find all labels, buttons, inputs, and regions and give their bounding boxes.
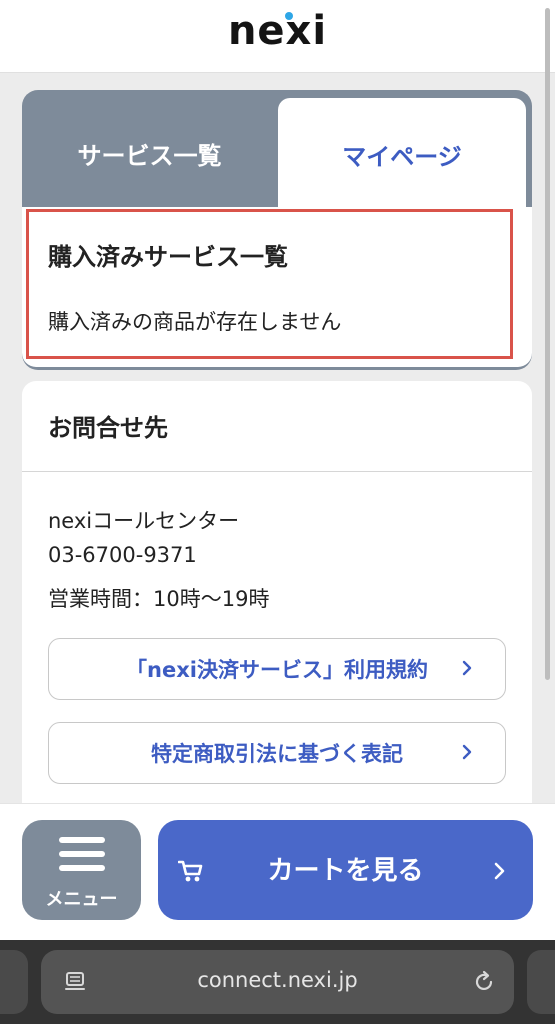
call-center-phone[interactable]: 03-6700-9371 <box>48 543 197 567</box>
contact-divider <box>22 471 532 472</box>
address-bar-url: connect.nexi.jp <box>197 968 358 992</box>
page-scrollbar[interactable] <box>545 8 550 680</box>
chevron-right-icon <box>494 862 505 880</box>
purchased-empty-message: 購入済みの商品が存在しません <box>48 310 342 334</box>
logo-dot-icon <box>285 12 293 20</box>
app-header: nexi <box>0 0 555 73</box>
legal-notice-link-label: 特定商取引法に基づく表記 <box>151 742 403 766</box>
tab-services[interactable]: サービス一覧 <box>22 98 277 208</box>
business-hours: 営業時間：10時〜19時 <box>48 587 270 611</box>
next-tab-preview[interactable] <box>527 950 555 1014</box>
previous-tab-preview[interactable] <box>0 950 28 1014</box>
contact-title: お問合せ先 <box>48 414 168 442</box>
nexi-logo[interactable]: nexi <box>0 8 555 54</box>
reload-icon[interactable] <box>472 970 496 994</box>
purchased-services-title: 購入済みサービス一覧 <box>48 243 288 271</box>
purchased-services-highlight <box>26 209 513 359</box>
view-cart-label: カートを見る <box>267 856 424 886</box>
terms-link-label: 「nexi決済サービス」利用規約 <box>126 658 428 682</box>
hamburger-icon <box>59 837 105 871</box>
chevron-right-icon <box>462 744 472 760</box>
menu-label: メニュー <box>45 889 118 910</box>
legal-notice-link-button[interactable]: 特定商取引法に基づく表記 <box>48 722 506 784</box>
tab-mypage[interactable]: マイページ <box>278 98 526 210</box>
chevron-right-icon <box>462 660 472 676</box>
call-center-name: nexiコールセンター <box>48 509 240 533</box>
terms-link-button[interactable]: 「nexi決済サービス」利用規約 <box>48 638 506 700</box>
